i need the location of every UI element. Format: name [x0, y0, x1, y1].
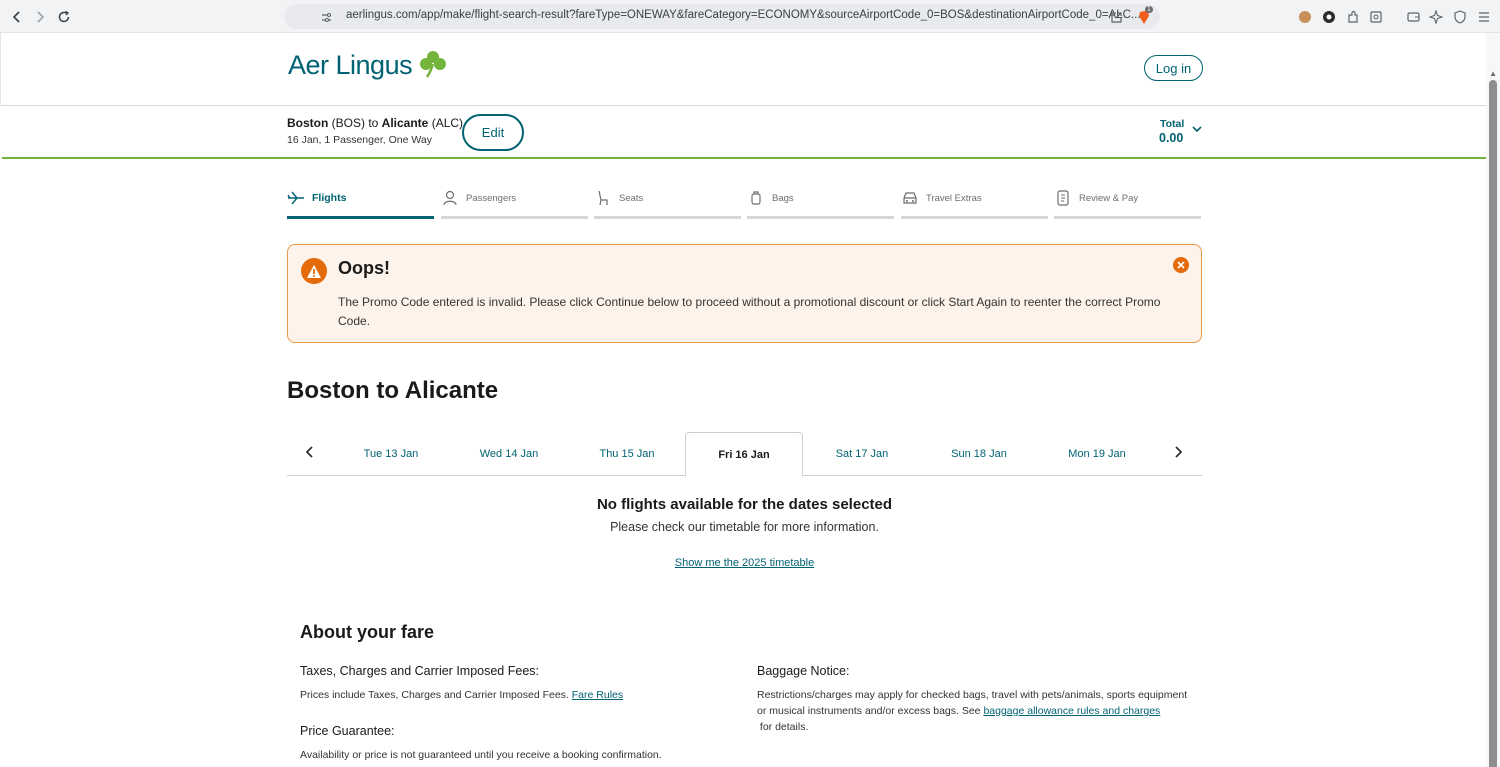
forward-icon[interactable] — [29, 6, 51, 28]
date-selector: Tue 13 Jan Wed 14 Jan Thu 15 Jan Fri 16 … — [287, 432, 1202, 477]
edit-button[interactable]: Edit — [462, 114, 524, 151]
next-dates-button[interactable] — [1170, 445, 1186, 464]
step-label: Passengers — [466, 193, 517, 204]
login-button[interactable]: Log in — [1144, 55, 1203, 81]
bag-icon — [747, 189, 765, 207]
timetable-link: Show me the 2025 timetable — [287, 557, 1202, 569]
browser-toolbar: aerlingus.com/app/make/flight-search-res… — [0, 0, 1500, 33]
date-tab[interactable]: Sat 17 Jan — [803, 432, 921, 476]
menu-icon[interactable] — [1476, 9, 1492, 25]
price-guarantee-heading: Price Guarantee: — [300, 724, 395, 738]
route-summary: Boston (BOS) to Alicante (ALC) — [287, 116, 463, 130]
step-label: Seats — [619, 193, 644, 204]
trip-summary-bar: Boston (BOS) to Alicante (ALC) 16 Jan, 1… — [2, 106, 1486, 159]
timetable-link-text[interactable]: Show me the 2025 timetable — [675, 557, 814, 569]
price-guarantee-text: Availability or price is not guaranteed … — [300, 749, 662, 761]
step-label: Flights — [312, 192, 347, 204]
destination-city: Alicante — [381, 116, 429, 130]
baggage-text: Restrictions/charges may apply for check… — [757, 687, 1197, 735]
baggage-allowance-link[interactable]: baggage allowance rules and charges — [983, 705, 1160, 717]
promo-error-alert: Oops! The Promo Code entered is invalid.… — [287, 244, 1202, 343]
site-settings-icon[interactable] — [318, 9, 334, 25]
brave-shield-icon[interactable]: 1 — [1136, 6, 1153, 25]
step-review-pay[interactable]: Review & Pay — [1054, 188, 1201, 219]
total-price-toggle[interactable]: Total 0.00 — [1152, 118, 1202, 145]
taxes-text-body: Prices include Taxes, Charges and Carrie… — [300, 689, 572, 701]
scrollbar-thumb[interactable] — [1489, 80, 1497, 767]
step-bags[interactable]: Bags — [747, 188, 894, 219]
back-icon[interactable] — [6, 6, 28, 28]
date-tab[interactable]: Thu 15 Jan — [568, 432, 686, 476]
extensions-puzzle-icon[interactable] — [1345, 9, 1361, 25]
taxes-heading: Taxes, Charges and Carrier Imposed Fees: — [300, 664, 539, 678]
vpn-shield-icon[interactable] — [1452, 9, 1468, 25]
baggage-heading: Baggage Notice: — [757, 664, 850, 678]
step-label: Review & Pay — [1079, 193, 1139, 204]
date-tab[interactable]: Wed 14 Jan — [450, 432, 568, 476]
alert-title: Oops! — [338, 258, 390, 278]
logo-text: Aer Lingus — [288, 50, 413, 80]
origin-city: Boston — [287, 116, 329, 130]
step-label: Bags — [772, 193, 794, 204]
receipt-icon — [1054, 189, 1072, 207]
origin-code: (BOS) to — [328, 116, 382, 130]
taxes-text: Prices include Taxes, Charges and Carrie… — [300, 687, 740, 703]
page-title: Boston to Alicante — [287, 377, 499, 404]
no-flights-subtitle: Please check our timetable for more info… — [610, 520, 879, 534]
url-text: aerlingus.com/app/make/flight-search-res… — [346, 9, 1141, 21]
step-seats[interactable]: Seats — [594, 188, 741, 219]
address-bar[interactable]: aerlingus.com/app/make/flight-search-res… — [284, 4, 1160, 29]
fare-rules-link[interactable]: Fare Rules — [572, 689, 623, 701]
site-header: Aer Lingus Log in — [0, 33, 1486, 106]
date-tab[interactable]: Sun 18 Jan — [920, 432, 1038, 476]
seat-icon — [594, 189, 612, 207]
extension-avatar-icon[interactable] — [1297, 9, 1313, 25]
reload-icon[interactable] — [53, 6, 75, 28]
extension-dark-icon[interactable] — [1321, 9, 1337, 25]
destination-code: (ALC) — [428, 116, 464, 130]
scrollbar[interactable]: ▲ — [1486, 33, 1500, 767]
plane-icon — [287, 189, 305, 207]
reader-mode-icon[interactable] — [1368, 9, 1384, 25]
close-icon[interactable] — [1173, 257, 1189, 273]
step-flights[interactable]: Flights — [287, 188, 434, 219]
aer-lingus-logo[interactable]: Aer Lingus — [288, 50, 448, 81]
warning-icon — [301, 258, 327, 284]
about-fare-title: About your fare — [300, 622, 435, 642]
total-label: Total — [1160, 118, 1185, 130]
date-tab-selected[interactable]: Fri 16 Jan — [685, 432, 803, 477]
person-icon — [441, 189, 459, 207]
date-tab[interactable]: Mon 19 Jan — [1038, 432, 1156, 476]
total-value: 0.00 — [1159, 131, 1184, 145]
step-passengers[interactable]: Passengers — [441, 188, 588, 219]
booking-steps: Flights Passengers Seats Bags Travel Ext… — [287, 188, 1202, 220]
leo-ai-icon[interactable] — [1428, 9, 1444, 25]
car-icon — [901, 189, 919, 207]
trip-details: 16 Jan, 1 Passenger, One Way — [287, 134, 432, 146]
date-tab[interactable]: Tue 13 Jan — [332, 432, 450, 476]
baggage-text-suffix: for details. — [757, 721, 809, 733]
scroll-up-icon[interactable]: ▲ — [1489, 69, 1497, 78]
previous-dates-button[interactable] — [302, 445, 318, 464]
shamrock-icon — [420, 50, 447, 78]
no-flights-title: No flights available for the dates selec… — [596, 496, 893, 513]
shield-badge: 1 — [1145, 6, 1153, 13]
share-icon[interactable] — [1108, 9, 1124, 25]
wallet-icon[interactable] — [1405, 9, 1421, 25]
step-label: Travel Extras — [926, 193, 982, 204]
chevron-down-icon — [1192, 125, 1202, 136]
step-travel-extras[interactable]: Travel Extras — [901, 188, 1048, 219]
alert-message: The Promo Code entered is invalid. Pleas… — [338, 295, 1161, 328]
